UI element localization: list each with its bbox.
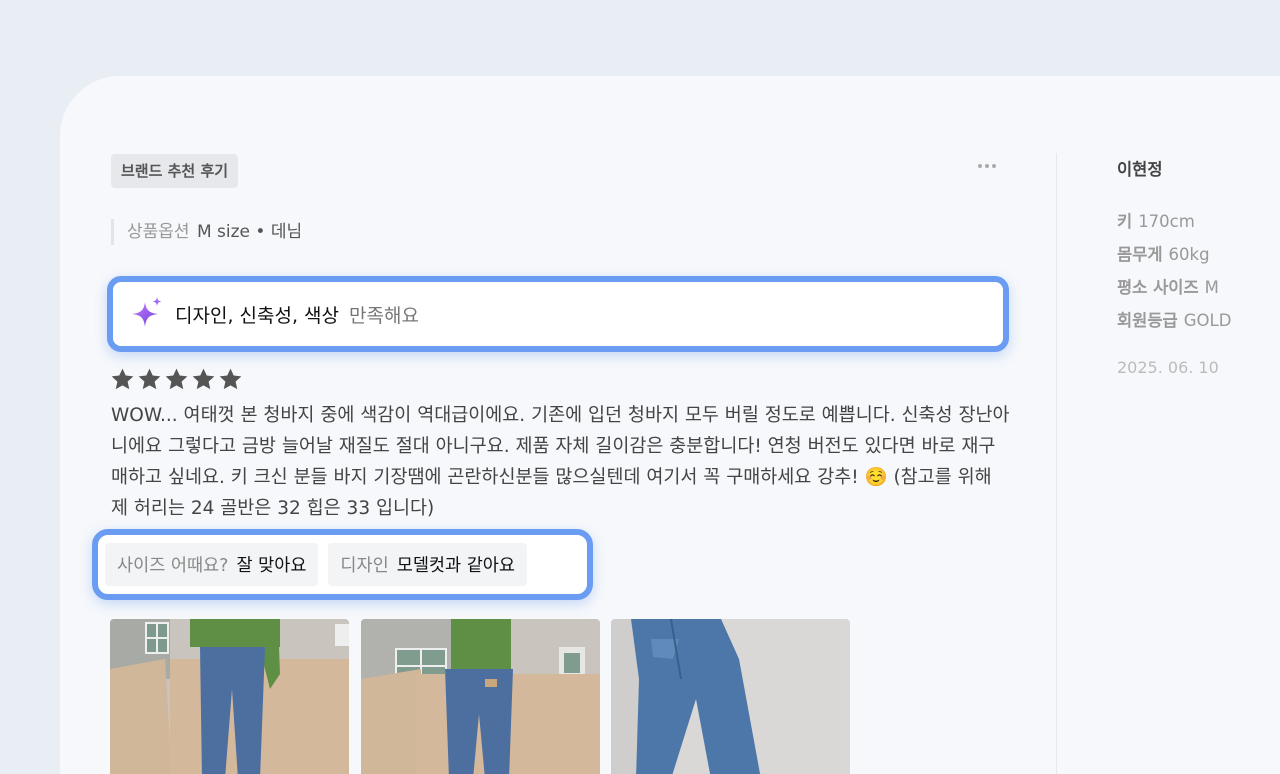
review-photo-1[interactable]	[110, 619, 349, 774]
tag-design: 디자인 모델컷과 같아요	[328, 543, 527, 586]
star-rating	[110, 367, 243, 392]
review-photo-2[interactable]	[361, 619, 600, 774]
ai-summary-keywords: 디자인, 신축성, 색상	[175, 304, 339, 327]
review-date: 2025. 06. 10	[1117, 358, 1219, 377]
reviewer-weight-value: 60kg	[1168, 245, 1210, 264]
brand-recommend-badge: 브랜드 추천 후기	[111, 154, 239, 188]
reviewer-size-label: 평소 사이즈	[1117, 278, 1199, 297]
reviewer-weight-label: 몸무게	[1117, 245, 1163, 264]
product-option: 상품옵션 M size • 데님	[111, 219, 302, 245]
review-text: WOW... 여태껏 본 청바지 중에 색감이 역대급이에요. 기존에 입던 청…	[111, 405, 1010, 519]
ai-summary-box: 디자인, 신축성, 색상 만족해요	[107, 276, 1009, 352]
more-icon[interactable]	[974, 160, 1000, 172]
star-icon	[219, 368, 242, 390]
tag-size: 사이즈 어때요? 잘 맞아요	[105, 543, 319, 586]
tag-size-answer: 잘 맞아요	[236, 556, 307, 576]
product-option-label: 상품옵션	[127, 222, 190, 242]
reviewer-size: 평소 사이즈 M	[1117, 274, 1219, 298]
reviewer-weight: 몸무게 60kg	[1117, 241, 1210, 265]
star-icon	[165, 368, 188, 390]
reviewer-grade-value: GOLD	[1183, 311, 1232, 330]
star-icon	[111, 368, 134, 390]
reviewer-height-value: 170cm	[1138, 212, 1195, 231]
reviewer-height: 키 170cm	[1117, 208, 1195, 232]
ai-summary-verdict: 만족해요	[349, 304, 419, 327]
tag-design-answer: 모델컷과 같아요	[396, 556, 515, 576]
reviewer-grade-label: 회원등급	[1117, 311, 1178, 330]
reviewer-grade: 회원등급 GOLD	[1117, 307, 1231, 331]
star-icon	[192, 368, 215, 390]
tag-design-question: 디자인	[340, 556, 389, 576]
star-icon	[138, 368, 161, 390]
tag-size-question: 사이즈 어때요?	[117, 556, 229, 576]
review-tags: 사이즈 어때요? 잘 맞아요 디자인 모델컷과 같아요	[92, 529, 593, 600]
sparkle-icon	[132, 297, 162, 327]
product-option-value: M size • 데님	[196, 222, 303, 242]
reviewer-size-value: M	[1204, 278, 1219, 297]
review-photo-3[interactable]	[611, 619, 850, 774]
reviewer-name: 이현정	[1117, 160, 1163, 179]
sidebar-divider	[1056, 153, 1057, 774]
reviewer-height-label: 키	[1117, 212, 1133, 231]
